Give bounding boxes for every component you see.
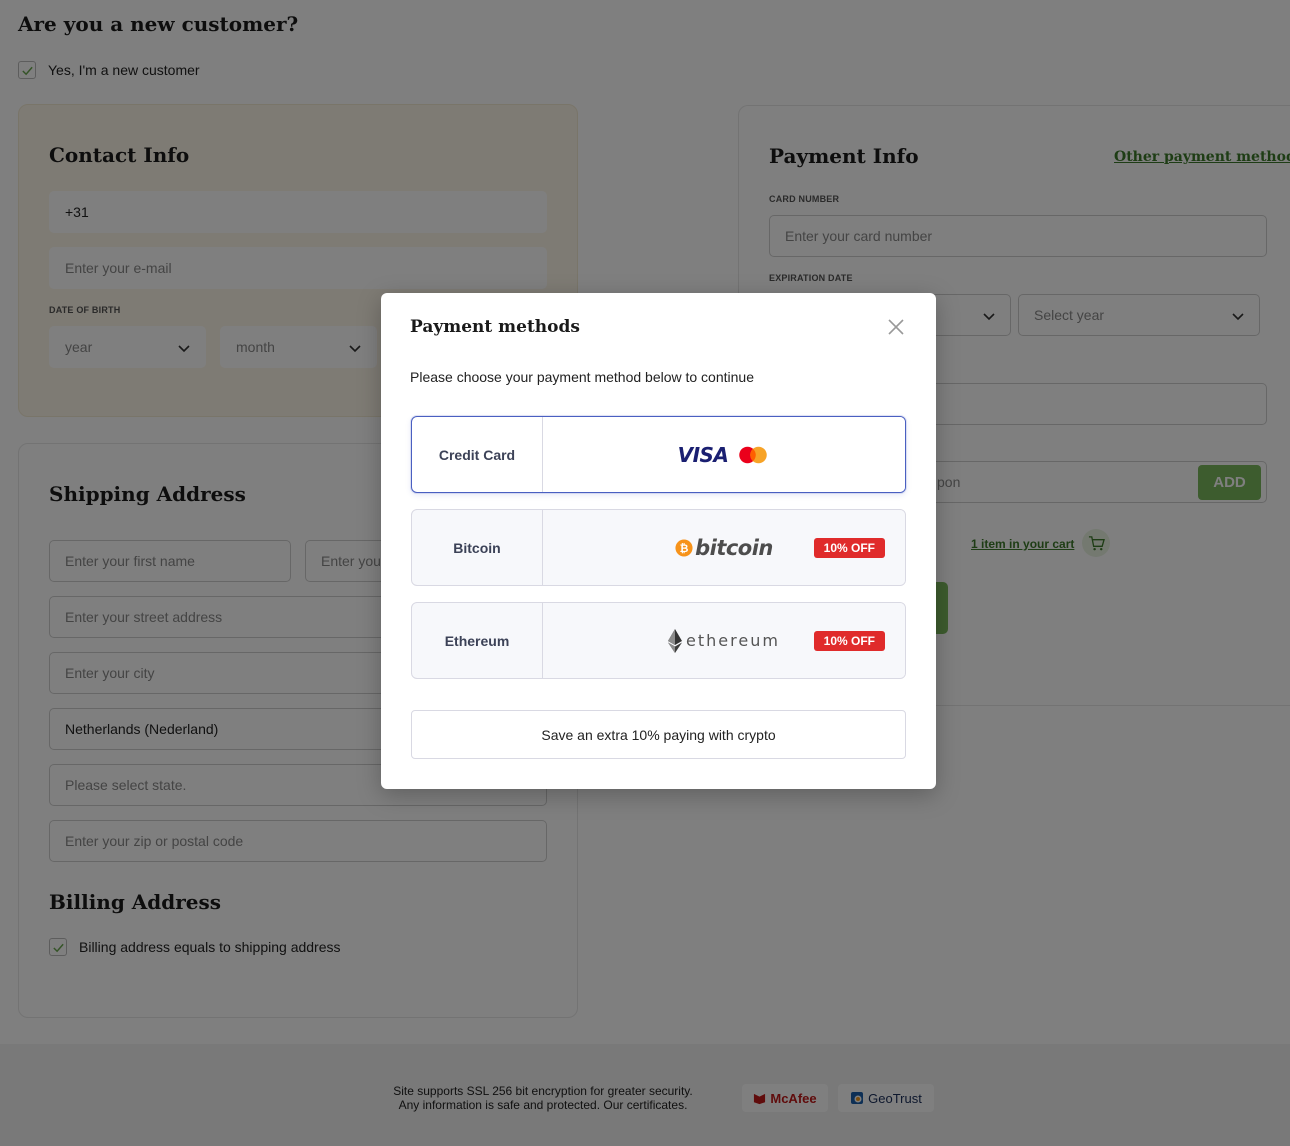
payment-option-label: Bitcoin bbox=[412, 510, 543, 585]
payment-methods-modal: Payment methods Please choose your payme… bbox=[381, 293, 936, 789]
discount-badge: 10% OFF bbox=[813, 538, 885, 558]
bitcoin-logo-area: ₿ bitcoin 10% OFF bbox=[543, 510, 905, 585]
payment-option-label: Credit Card bbox=[412, 417, 543, 492]
modal-subtitle: Please choose your payment method below … bbox=[410, 369, 754, 385]
payment-option-credit-card[interactable]: Credit Card VISA bbox=[411, 416, 906, 493]
ethereum-logo-area: ethereum 10% OFF bbox=[543, 603, 905, 678]
modal-title: Payment methods bbox=[410, 317, 580, 337]
bitcoin-wordmark: bitcoin bbox=[695, 535, 773, 560]
mastercard-logo-icon bbox=[739, 446, 768, 463]
svg-text:₿: ₿ bbox=[680, 542, 689, 555]
credit-card-logos: VISA bbox=[543, 417, 905, 492]
ethereum-icon bbox=[668, 628, 683, 653]
visa-logo: VISA bbox=[677, 442, 729, 467]
discount-badge: 10% OFF bbox=[813, 631, 885, 651]
payment-option-label: Ethereum bbox=[412, 603, 543, 678]
payment-option-bitcoin[interactable]: Bitcoin ₿ bitcoin 10% OFF bbox=[411, 509, 906, 586]
payment-option-ethereum[interactable]: Ethereum ethereum 10% OFF bbox=[411, 602, 906, 679]
close-icon[interactable] bbox=[885, 316, 907, 338]
crypto-savings-note: Save an extra 10% paying with crypto bbox=[411, 710, 906, 759]
bitcoin-icon: ₿ bbox=[675, 538, 693, 557]
ethereum-wordmark: ethereum bbox=[686, 631, 780, 650]
